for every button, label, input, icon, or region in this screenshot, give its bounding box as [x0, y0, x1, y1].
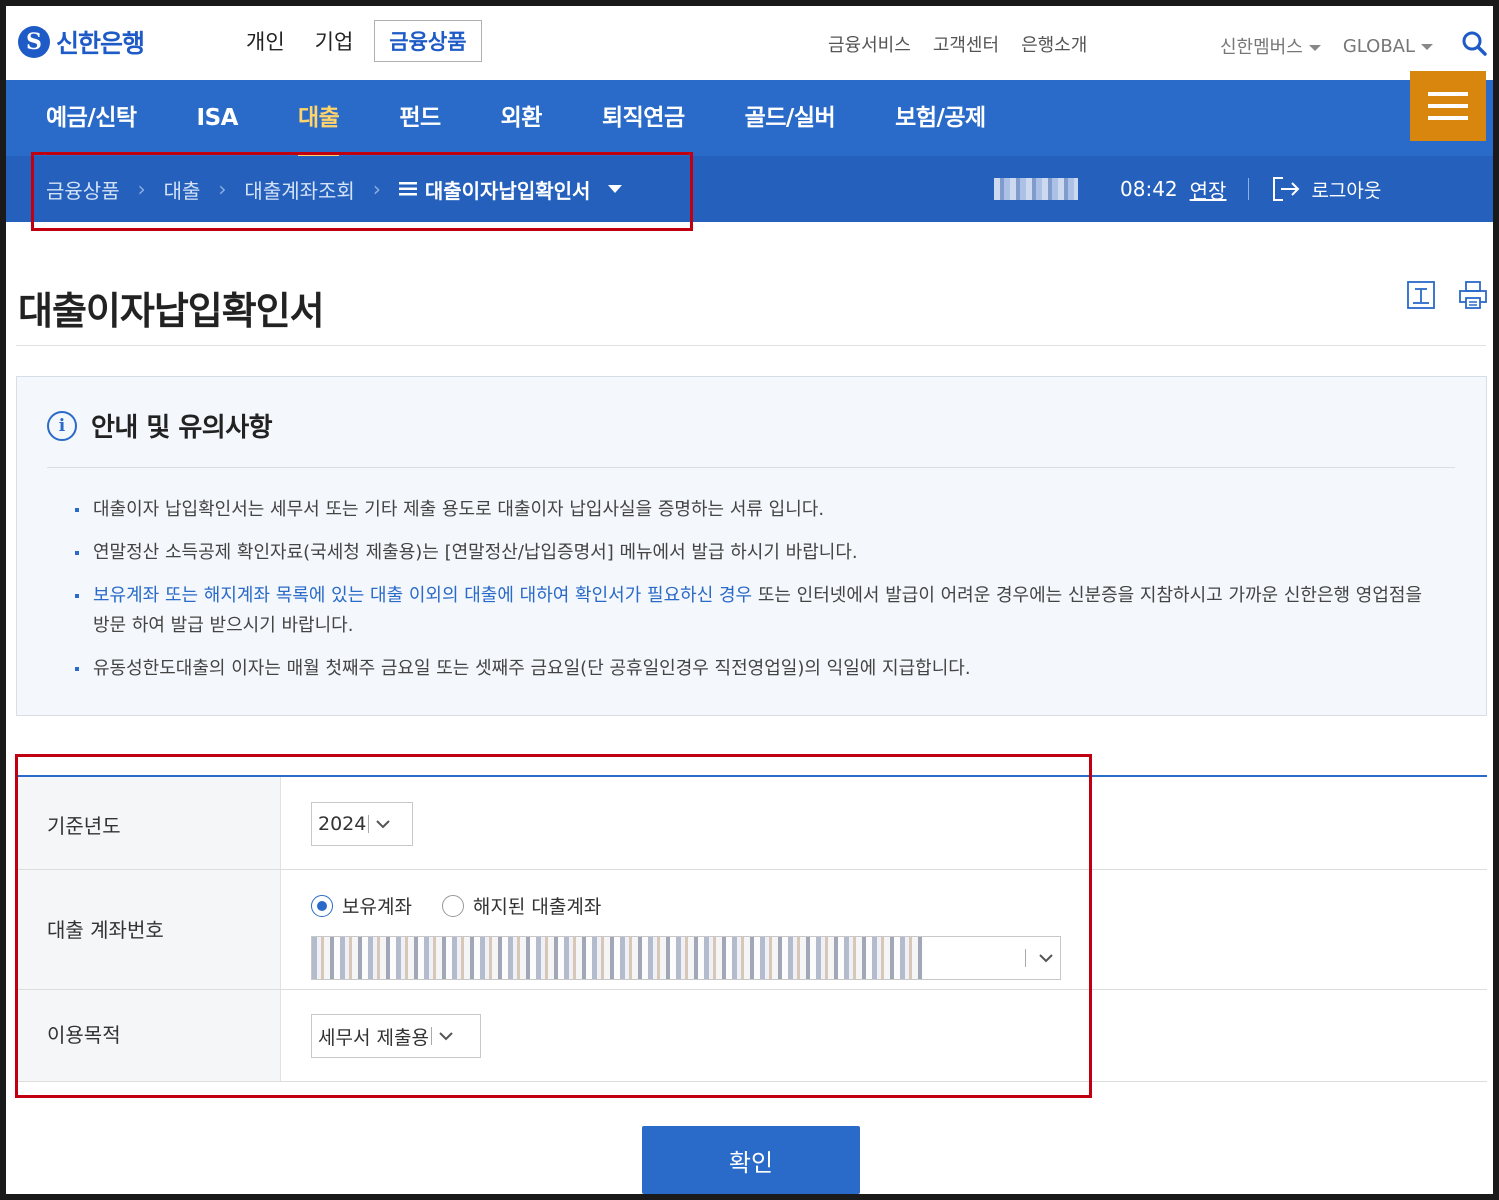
- gnb-insurance[interactable]: 보험/공제: [895, 80, 986, 156]
- logo-text: 신한은행: [56, 29, 145, 58]
- hamburger-menu-button[interactable]: [1410, 71, 1486, 141]
- masked-user-name: [994, 178, 1078, 200]
- logout-label: 로그아웃: [1311, 179, 1382, 202]
- main-nav-personal[interactable]: 개인: [231, 20, 300, 62]
- right-nav: 신한멤버스 GLOBAL: [1220, 33, 1434, 59]
- members-label: 신한멤버스: [1220, 37, 1303, 58]
- global-label: GLOBAL: [1342, 35, 1416, 57]
- notice-item: 유동성한도대출의 이자는 매월 첫째주 금요일 또는 셋째주 금요일(단 공휴일…: [75, 654, 1435, 684]
- global-dropdown[interactable]: GLOBAL: [1342, 35, 1434, 57]
- breadcrumb-highlight-box: [31, 152, 693, 231]
- members-dropdown[interactable]: 신한멤버스: [1220, 33, 1321, 59]
- util-nav-services[interactable]: 금융서비스: [828, 31, 911, 57]
- util-nav-customer-center[interactable]: 고객센터: [933, 31, 999, 57]
- notice-list: 대출이자 납입확인서는 세무서 또는 기타 제출 용도로 대출이자 납입사실을 …: [75, 495, 1435, 697]
- search-icon[interactable]: [1461, 30, 1487, 56]
- main-nav: 개인 기업 금융상품: [231, 20, 482, 62]
- notice-item: 연말정산 소득공제 확인자료(국세청 제출용)는 [연말정산/납입증명서] 메뉴…: [75, 538, 1435, 568]
- logout-button[interactable]: 로그아웃: [1271, 175, 1381, 203]
- notice-item: 대출이자 납입확인서는 세무서 또는 기타 제출 용도로 대출이자 납입사실을 …: [75, 495, 1435, 525]
- main-nav-products[interactable]: 금융상품: [374, 20, 482, 62]
- session-info: 08:42 연장 로그아웃: [994, 156, 1381, 222]
- gnb-pension[interactable]: 퇴직연금: [602, 80, 685, 156]
- product-gnb: 예금/신탁 ISA 대출 펀드 외환 퇴직연금 골드/실버 보험/공제: [6, 80, 1493, 156]
- session-timer: 08:42: [1120, 177, 1178, 201]
- text-size-icon[interactable]: [1406, 280, 1436, 310]
- notice-item: 보유계좌 또는 해지계좌 목록에 있는 대출 이외의 대출에 대하여 확인서가 …: [75, 581, 1435, 641]
- hamburger-line: [1428, 116, 1468, 120]
- caret-down-icon: [1308, 45, 1321, 51]
- page-title: 대출이자납입확인서: [18, 289, 325, 333]
- notice-title: 안내 및 유의사항: [91, 413, 273, 443]
- notice-highlight-text: 보유계좌 또는 해지계좌 목록에 있는 대출 이외의 대출에 대하여 확인서가 …: [93, 585, 753, 606]
- utility-nav: 금융서비스 고객센터 은행소개: [828, 31, 1087, 57]
- gnb-gold-silver[interactable]: 골드/실버: [745, 80, 836, 156]
- gnb-loan[interactable]: 대출: [297, 80, 340, 156]
- confirm-button[interactable]: 확인: [642, 1126, 860, 1194]
- page-tools: [1406, 280, 1488, 310]
- gnb-forex[interactable]: 외환: [501, 80, 543, 156]
- notice-box: i 안내 및 유의사항 대출이자 납입확인서는 세무서 또는 기타 제출 용도로…: [16, 376, 1487, 716]
- logo-mark-icon: S: [18, 26, 50, 58]
- browser-page: S 신한은행 개인 기업 금융상품 금융서비스 고객센터 은행소개 신한멤버스 …: [6, 6, 1493, 1194]
- print-icon[interactable]: [1458, 280, 1488, 310]
- gnb-deposit[interactable]: 예금/신탁: [46, 80, 137, 156]
- gnb-isa[interactable]: ISA: [197, 80, 239, 156]
- util-nav-about[interactable]: 은행소개: [1021, 31, 1087, 57]
- top-header: S 신한은행 개인 기업 금융상품 금융서비스 고객센터 은행소개 신한멤버스 …: [6, 6, 1493, 80]
- divider: [1248, 178, 1250, 200]
- gnb-fund[interactable]: 펀드: [399, 80, 441, 156]
- main-nav-corporate[interactable]: 기업: [300, 20, 369, 62]
- divider: [47, 467, 1455, 468]
- hamburger-line: [1428, 104, 1468, 108]
- form-highlight-box: [15, 754, 1092, 1098]
- bank-logo[interactable]: S 신한은행: [18, 24, 145, 60]
- info-icon: i: [47, 410, 77, 441]
- hamburger-line: [1428, 92, 1468, 96]
- session-extend-link[interactable]: 연장: [1190, 175, 1227, 204]
- divider: [16, 345, 1486, 346]
- caret-down-icon: [1421, 43, 1434, 50]
- logout-icon: [1273, 177, 1300, 201]
